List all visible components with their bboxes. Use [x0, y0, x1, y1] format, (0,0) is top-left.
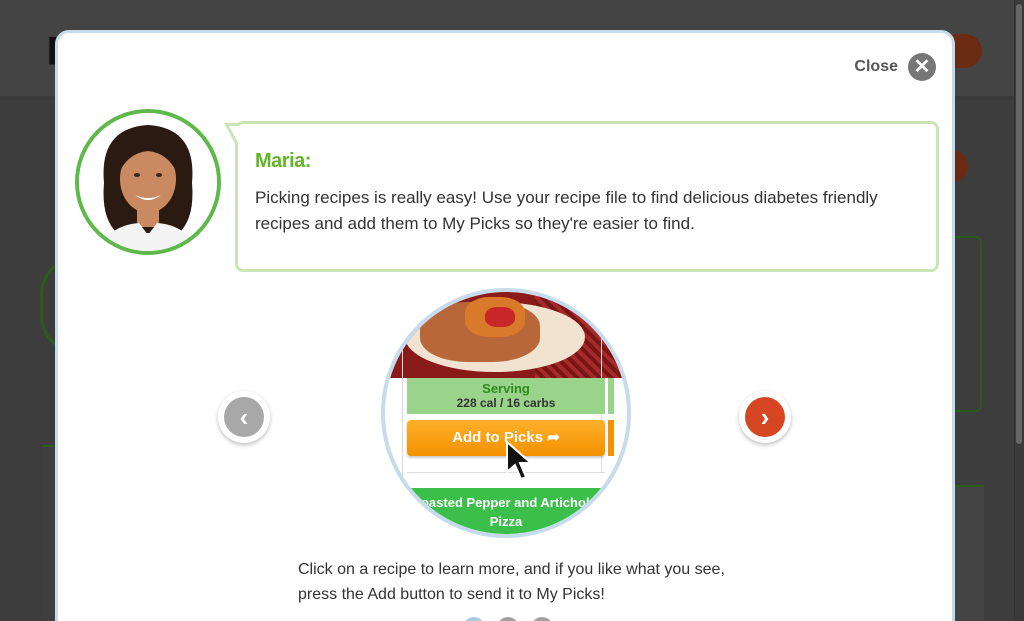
pagination-dots [463, 617, 553, 621]
pagination-dot-1[interactable] [463, 617, 485, 621]
page-scrollbar-thumb[interactable] [1016, 4, 1022, 444]
serving-nutrition: 228 cal / 16 carbs [456, 396, 556, 410]
pagination-dot-2[interactable] [497, 617, 519, 621]
pagination-dot-3[interactable] [531, 617, 553, 621]
avatar [75, 109, 221, 255]
previous-button[interactable]: ‹ [218, 391, 270, 443]
serving-info-box: Serving 228 cal / 16 carbs [407, 378, 605, 414]
chevron-right-icon[interactable]: › [745, 397, 785, 437]
add-arrow-icon: ➦ [547, 429, 560, 446]
next-button[interactable]: › [739, 391, 791, 443]
speech-bubble: Maria: Picking recipes is really easy! U… [235, 121, 939, 272]
avatar-portrait [79, 113, 217, 251]
serving-title: Serving [482, 381, 530, 396]
chevron-left-icon[interactable]: ‹ [224, 397, 264, 437]
background-right-panel [950, 485, 984, 621]
next-card-button-edge [608, 420, 614, 456]
demo-illustration: Serving 228 cal / 16 carbs Add to Picks … [381, 288, 631, 538]
speaker-name: Maria: [255, 150, 311, 172]
next-recipe-title: Roasted Pepper and Artichoke Pizza [407, 488, 605, 534]
instruction-caption: Click on a recipe to learn more, and if … [298, 561, 725, 603]
speech-text: Picking recipes is really easy! Use your… [255, 188, 878, 233]
close-button[interactable]: Close ✕ [854, 53, 936, 81]
close-icon[interactable]: ✕ [908, 53, 936, 81]
next-card-serving-edge [608, 378, 614, 414]
tutorial-modal: Close ✕ Maria: Picking recipes is really… [55, 30, 955, 621]
close-label[interactable]: Close [854, 58, 898, 76]
mouse-cursor-icon [506, 440, 534, 481]
speech-bubble-tail-inner [229, 126, 240, 146]
